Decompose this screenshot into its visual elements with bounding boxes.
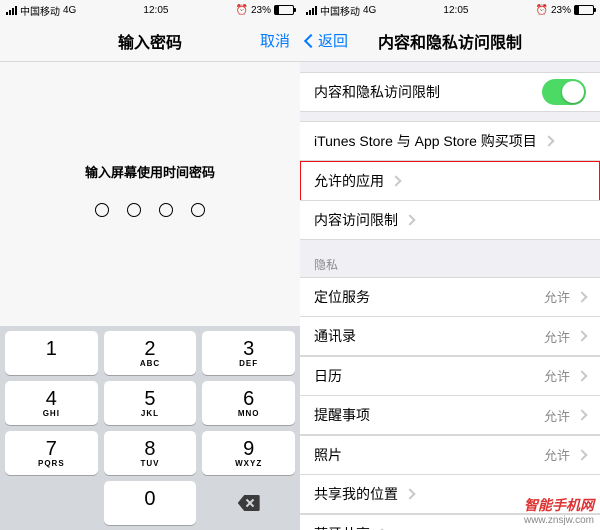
row-bluetooth-share[interactable]: 蓝牙共享 [300,514,600,530]
key-2[interactable]: 2ABC [104,331,197,375]
chevron-right-icon [576,449,587,460]
row-content-privacy-toggle[interactable]: 内容和隐私访问限制 [300,72,600,112]
row-photos[interactable]: 照片 允许 [300,435,600,475]
row-label: iTunes Store 与 App Store 购买项目 [314,131,537,151]
status-time: 12:05 [143,5,168,16]
row-value: 允许 [544,327,570,346]
row-allowed-apps[interactable]: 允许的应用 [300,161,600,201]
nav-bar: 返回 内容和隐私访问限制 [300,20,600,62]
key-4[interactable]: 4GHI [5,381,98,425]
row-content-restrictions[interactable]: 内容访问限制 [300,200,600,240]
key-7[interactable]: 7PQRS [5,431,98,475]
passcode-dot [191,203,205,217]
passcode-dots [95,203,205,217]
row-value: 允许 [544,445,570,464]
network-label: 4G [63,5,76,16]
toggle-switch-on[interactable] [542,79,586,105]
row-label: 共享我的位置 [314,484,398,504]
row-label: 照片 [314,445,342,465]
restrictions-screen: 中国移动 4G 12:05 ⏰ 23% 返回 内容和隐私访问限制 内容和隐私访问… [300,0,600,530]
alarm-icon: ⏰ [236,5,248,16]
status-bar: 中国移动 4G 12:05 ⏰ 23% [0,0,300,20]
passcode-dot [127,203,141,217]
chevron-right-icon [576,330,587,341]
status-bar: 中国移动 4G 12:05 ⏰ 23% [300,0,600,20]
key-8[interactable]: 8TUV [104,431,197,475]
row-reminders[interactable]: 提醒事项 允许 [300,395,600,435]
battery-pct: 23% [551,5,571,16]
battery-icon [574,5,594,15]
network-label: 4G [363,5,376,16]
signal-icon [6,6,17,15]
battery-icon [274,5,294,15]
nav-title: 内容和隐私访问限制 [378,29,522,53]
chevron-right-icon [390,175,401,186]
passcode-prompt: 输入屏幕使用时间密码 [85,162,215,181]
row-itunes-purchases[interactable]: iTunes Store 与 App Store 购买项目 [300,121,600,161]
backspace-key[interactable] [202,481,295,525]
chevron-left-icon [304,33,318,47]
carrier-label: 中国移动 [20,3,60,18]
row-value: 允许 [544,287,570,306]
alarm-icon: ⏰ [536,5,548,16]
key-blank [5,481,98,525]
row-location-services[interactable]: 定位服务 允许 [300,277,600,317]
row-calendar[interactable]: 日历 允许 [300,356,600,396]
row-value: 允许 [544,406,570,425]
back-button[interactable]: 返回 [306,30,348,51]
row-share-my-location[interactable]: 共享我的位置 [300,474,600,514]
key-1[interactable]: 1 [5,331,98,375]
key-5[interactable]: 5JKL [104,381,197,425]
cancel-button[interactable]: 取消 [260,30,290,51]
chevron-right-icon [543,135,554,146]
row-label: 提醒事项 [314,405,370,425]
carrier-label: 中国移动 [320,3,360,18]
key-6[interactable]: 6MNO [202,381,295,425]
key-9[interactable]: 9WXYZ [202,431,295,475]
chevron-right-icon [576,291,587,302]
row-label: 日历 [314,366,342,386]
signal-icon [306,6,317,15]
passcode-dot [95,203,109,217]
chevron-right-icon [576,370,587,381]
nav-title: 输入密码 [118,29,182,53]
chevron-right-icon [404,214,415,225]
passcode-dot [159,203,173,217]
back-label: 返回 [318,30,348,51]
battery-pct: 23% [251,5,271,16]
row-label: 允许的应用 [314,171,384,191]
chevron-right-icon [404,488,415,499]
row-label: 蓝牙共享 [314,524,370,530]
group-header-privacy: 隐私 [300,250,600,277]
status-time: 12:05 [443,5,468,16]
numeric-keypad: 1 2ABC 3DEF 4GHI 5JKL 6MNO 7PQRS 8TUV 9W… [0,326,300,530]
row-value: 允许 [544,366,570,385]
passcode-screen: 中国移动 4G 12:05 ⏰ 23% 输入密码 取消 输入屏幕使用时间密码 1… [0,0,300,530]
key-3[interactable]: 3DEF [202,331,295,375]
key-0[interactable]: 0 [104,481,197,525]
row-label: 定位服务 [314,287,370,307]
row-contacts[interactable]: 通讯录 允许 [300,316,600,356]
row-label: 通讯录 [314,326,356,346]
chevron-right-icon [576,409,587,420]
row-label: 内容和隐私访问限制 [314,82,440,102]
backspace-icon [238,495,260,511]
row-label: 内容访问限制 [314,210,398,230]
nav-bar: 输入密码 取消 [0,20,300,62]
